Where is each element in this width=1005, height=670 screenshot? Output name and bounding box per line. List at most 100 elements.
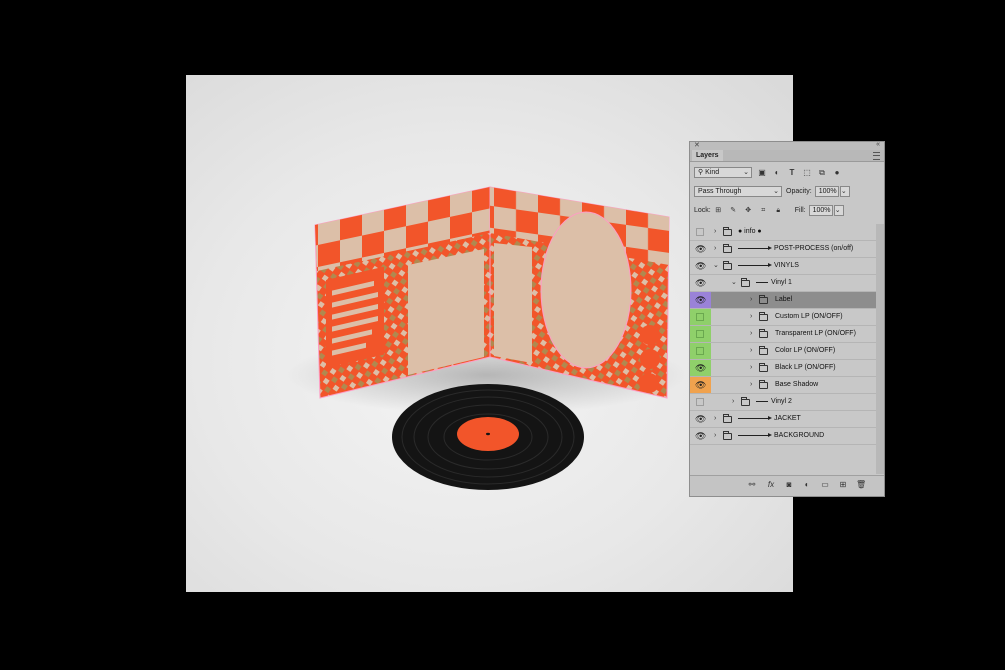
lock-label: Lock: <box>694 207 711 214</box>
opacity-dropdown[interactable]: ⌄ <box>839 186 850 197</box>
collapse-icon[interactable]: « <box>876 141 880 148</box>
fill-label: Fill: <box>794 207 806 214</box>
layer-row-selected[interactable]: 👁︎ › Label <box>690 292 876 309</box>
kind-filter-select[interactable]: ⚲ Kind ⌄ <box>694 167 752 178</box>
blend-mode-select[interactable]: Pass Through ⌄ <box>694 186 782 197</box>
visibility-toggle[interactable]: 👁︎ <box>690 241 711 257</box>
layer-row[interactable]: 👁︎ › Base Shadow <box>690 377 876 394</box>
filter-toggle-icon[interactable]: ● <box>832 168 842 178</box>
opacity-input[interactable]: 100% <box>814 186 839 197</box>
visibility-toggle[interactable]: 👁︎ <box>690 428 711 444</box>
smart-object-filter-icon[interactable]: ⧉ <box>817 168 827 178</box>
visibility-toggle[interactable] <box>690 394 711 410</box>
folder-open-icon <box>723 261 732 270</box>
layer-name: Base Shadow <box>775 381 819 388</box>
layer-row[interactable]: 👁︎ ⌄ VINYLS <box>690 258 876 275</box>
chevron-down-icon: ⌄ <box>840 188 847 195</box>
chevron-right-icon[interactable]: › <box>714 411 716 427</box>
layer-name: Vinyl 1 <box>756 275 792 291</box>
fx-icon[interactable]: fx <box>766 480 776 490</box>
visibility-off-box <box>696 347 704 355</box>
chevron-right-icon[interactable]: › <box>714 224 716 240</box>
visibility-toggle[interactable]: 👁︎ <box>690 258 711 274</box>
layer-list-scrollbar[interactable] <box>876 224 884 474</box>
lock-position-icon[interactable]: ✥ <box>744 206 753 215</box>
chevron-right-icon[interactable]: › <box>732 394 734 410</box>
fill-dropdown[interactable]: ⌄ <box>833 205 844 216</box>
layer-row[interactable]: 👁︎ › BACKGROUND <box>690 428 876 445</box>
adjustment-icon[interactable]: ◐ <box>802 480 812 490</box>
folder-icon <box>723 414 732 423</box>
layer-name: Vinyl 2 <box>756 394 792 410</box>
folder-icon <box>723 431 732 440</box>
chevron-right-icon[interactable]: › <box>750 360 752 376</box>
new-group-icon[interactable]: ▭ <box>820 480 830 490</box>
new-layer-icon[interactable]: ⊞ <box>838 480 848 490</box>
layers-panel: ✕ « Layers ⚲ Kind ⌄ ▣ ◐ T ⬚ ⧉ ● Pass Thr… <box>689 141 885 497</box>
blend-mode-value: Pass Through <box>698 188 742 195</box>
chevron-right-icon[interactable]: › <box>750 377 752 393</box>
vinyl-record <box>392 384 584 490</box>
chevron-down-icon[interactable]: ⌄ <box>731 275 737 291</box>
mask-icon[interactable]: ◙ <box>784 480 794 490</box>
layer-row[interactable]: › Color LP (ON/OFF) <box>690 343 876 360</box>
visibility-toggle[interactable]: 👁︎ <box>690 292 711 308</box>
shape-filter-icon[interactable]: ⬚ <box>802 168 812 178</box>
folder-icon <box>741 397 750 406</box>
panel-menu-icon[interactable] <box>873 152 880 160</box>
eye-icon: 👁︎ <box>695 244 707 254</box>
visibility-toggle[interactable]: 👁︎ <box>690 275 711 291</box>
layer-name: Custom LP (ON/OFF) <box>775 313 843 320</box>
visibility-toggle[interactable] <box>690 326 711 342</box>
visibility-toggle[interactable] <box>690 224 711 240</box>
layer-name: VINYLS <box>738 258 799 274</box>
layer-row[interactable]: 👁︎ ⌄ Vinyl 1 <box>690 275 876 292</box>
image-filter-icon[interactable]: ▣ <box>757 168 767 178</box>
layer-row[interactable]: › Transparent LP (ON/OFF) <box>690 326 876 343</box>
folder-icon <box>759 295 768 304</box>
visibility-toggle[interactable]: 👁︎ <box>690 377 711 393</box>
type-filter-icon[interactable]: T <box>787 168 797 178</box>
layer-row[interactable]: › ● info ● <box>690 224 876 241</box>
lock-artboard-icon[interactable]: ⌗ <box>759 206 768 215</box>
chevron-right-icon[interactable]: › <box>714 241 716 257</box>
link-icon[interactable]: ⚯ <box>747 480 757 490</box>
lock-all-icon[interactable]: 🔒︎ <box>774 206 783 215</box>
layer-row[interactable]: 👁︎ › POST-PROCESS (on/off) <box>690 241 876 258</box>
visibility-off-box <box>696 398 704 406</box>
adjustment-filter-icon[interactable]: ◐ <box>772 168 782 178</box>
eye-icon: 👁︎ <box>695 380 707 390</box>
folder-open-icon <box>741 278 750 287</box>
folder-icon <box>759 380 768 389</box>
layer-name: JACKET <box>738 411 801 427</box>
chevron-down-icon[interactable]: ⌄ <box>713 258 719 274</box>
fill-input[interactable]: 100% <box>808 205 833 216</box>
visibility-toggle[interactable]: 👁︎ <box>690 411 711 427</box>
close-icon[interactable]: ✕ <box>694 141 700 149</box>
layer-name: POST-PROCESS (on/off) <box>738 241 853 257</box>
layer-row[interactable]: › Custom LP (ON/OFF) <box>690 309 876 326</box>
chevron-right-icon[interactable]: › <box>750 343 752 359</box>
layer-name: BACKGROUND <box>738 428 824 444</box>
layer-row[interactable]: 👁︎ › Black LP (ON/OFF) <box>690 360 876 377</box>
lock-pixels-icon[interactable]: ✎ <box>729 206 738 215</box>
chevron-right-icon[interactable]: › <box>750 309 752 325</box>
folder-icon <box>723 244 732 253</box>
visibility-toggle[interactable] <box>690 309 711 325</box>
folder-icon <box>723 227 732 236</box>
visibility-toggle[interactable]: 👁︎ <box>690 360 711 376</box>
lock-transparent-icon[interactable]: ⊞ <box>714 206 723 215</box>
chevron-right-icon[interactable]: › <box>714 428 716 444</box>
blend-row: Pass Through ⌄ Opacity: 100% ⌄ <box>694 186 880 197</box>
layer-row[interactable]: › Vinyl 2 <box>690 394 876 411</box>
chevron-right-icon[interactable]: › <box>750 326 752 342</box>
visibility-toggle[interactable] <box>690 343 711 359</box>
lock-row: Lock: ⊞ ✎ ✥ ⌗ 🔒︎ Fill: 100% ⌄ <box>694 205 880 216</box>
trash-icon[interactable]: 🗑︎ <box>856 480 866 490</box>
text-block <box>326 266 384 368</box>
tab-layers[interactable]: Layers <box>692 150 723 161</box>
layer-row[interactable]: 👁︎ › JACKET <box>690 411 876 428</box>
chevron-right-icon[interactable]: › <box>750 292 752 308</box>
visibility-off-box <box>696 228 704 236</box>
folder-icon <box>759 329 768 338</box>
